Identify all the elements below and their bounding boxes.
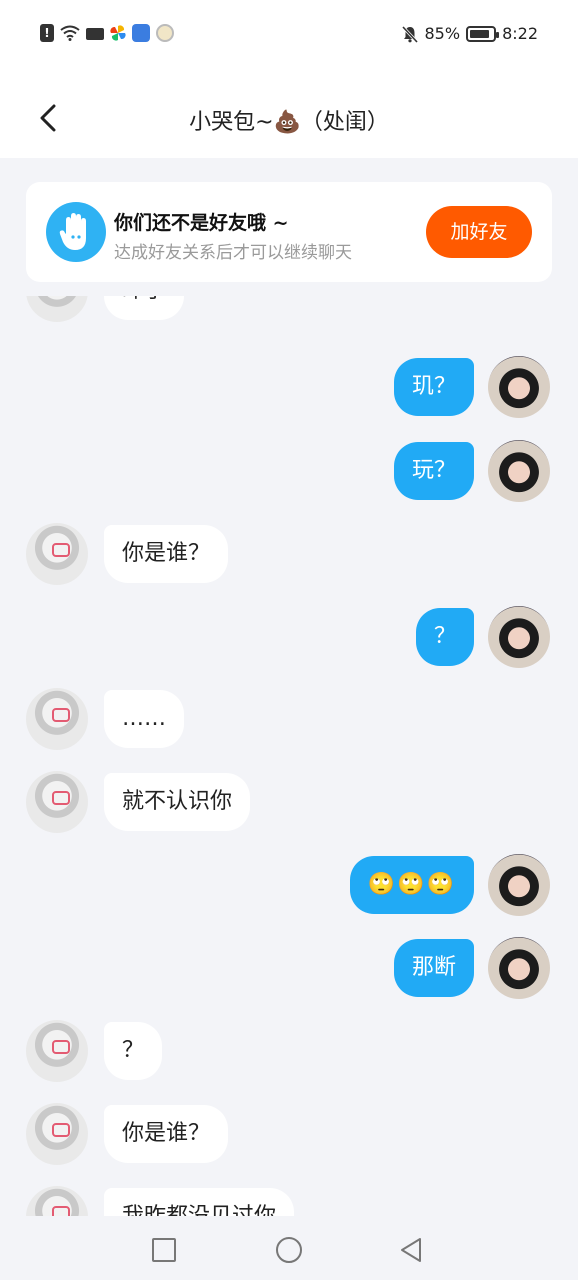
card-subtitle: 达成好友关系后才可以继续聊天 [114, 243, 352, 263]
message-row: 玑？ [0, 356, 578, 420]
video-call-icon [86, 28, 104, 40]
message-bubble[interactable]: 玩？ [393, 442, 474, 500]
message-bubble[interactable]: 🙄🙄🙄 [349, 856, 474, 914]
message-row: 昨了 [0, 296, 578, 324]
avatar[interactable] [26, 296, 88, 322]
avatar[interactable] [488, 356, 550, 418]
message-row: …… [0, 688, 578, 752]
alert-icon: ! [40, 24, 54, 42]
card-title: 你们还不是好友哦 ~ [114, 212, 289, 234]
avatar[interactable] [488, 937, 550, 999]
avatar[interactable] [26, 1103, 88, 1165]
chat-title: 小哭包~💩（处闺） [189, 110, 389, 135]
add-friend-card: 你们还不是好友哦 ~ 达成好友关系后才可以继续聊天 加好友 [26, 182, 552, 282]
battery-percent: 85% [424, 24, 461, 43]
status-icons-right: 85% 8:22 [401, 24, 538, 43]
message-row: 玩？ [0, 440, 578, 504]
message-row: ？ [0, 606, 578, 670]
moon-icon [156, 24, 174, 42]
avatar[interactable] [26, 688, 88, 750]
app-icon [132, 24, 150, 42]
bell-off-icon [401, 25, 418, 43]
avatar[interactable] [488, 854, 550, 916]
avatar[interactable] [26, 1020, 88, 1082]
avatar[interactable] [488, 606, 550, 668]
message-bubble[interactable]: 玑？ [393, 358, 474, 416]
add-friend-button[interactable]: 加好友 [426, 206, 532, 258]
message-bubble[interactable]: ？ [415, 608, 474, 666]
circle-icon[interactable] [276, 1237, 302, 1263]
avatar[interactable] [488, 440, 550, 502]
avatar[interactable] [26, 523, 88, 585]
status-icons-left: ! [40, 24, 174, 42]
hand-icon [46, 202, 106, 262]
battery-icon [466, 25, 500, 42]
message-bubble[interactable]: 就不认识你 [104, 773, 251, 831]
message-row: ？ [0, 1020, 578, 1084]
message-row: 你是谁？ [0, 523, 578, 587]
system-nav-bar [0, 1216, 578, 1280]
message-row: 你是谁？ [0, 1103, 578, 1167]
message-bubble[interactable]: 那断 [393, 939, 474, 997]
triangle-back-icon[interactable] [398, 1236, 426, 1264]
status-bar: ! 85% 8:22 [0, 0, 578, 70]
avatar[interactable] [26, 1186, 88, 1216]
message-row: 那断 [0, 937, 578, 1001]
message-row: 🙄🙄🙄 [0, 854, 578, 918]
message-bubble[interactable]: 你是谁？ [104, 525, 229, 583]
wifi-icon [60, 25, 80, 41]
battery-fill [470, 29, 490, 38]
message-list[interactable]: 昨了 玑？ 玩？ 你是谁？ ？ …… 就不认识你 🙄🙄🙄 那断 ？ 你是谁？ [0, 296, 578, 1216]
chat-header: 小哭包~💩（处闺） [0, 70, 578, 158]
message-bubble[interactable]: 昨了 [104, 296, 185, 320]
clock: 8:22 [502, 24, 538, 43]
message-bubble[interactable]: 我昨都没见过你 [104, 1188, 295, 1216]
message-row: 我昨都没见过你 [0, 1186, 578, 1216]
message-bubble[interactable]: 你是谁？ [104, 1105, 229, 1163]
pinwheel-icon [110, 25, 126, 41]
square-icon[interactable] [152, 1238, 176, 1262]
avatar[interactable] [26, 771, 88, 833]
message-bubble[interactable]: ？ [104, 1022, 163, 1080]
message-bubble[interactable]: …… [104, 690, 184, 748]
message-row: 就不认识你 [0, 771, 578, 835]
